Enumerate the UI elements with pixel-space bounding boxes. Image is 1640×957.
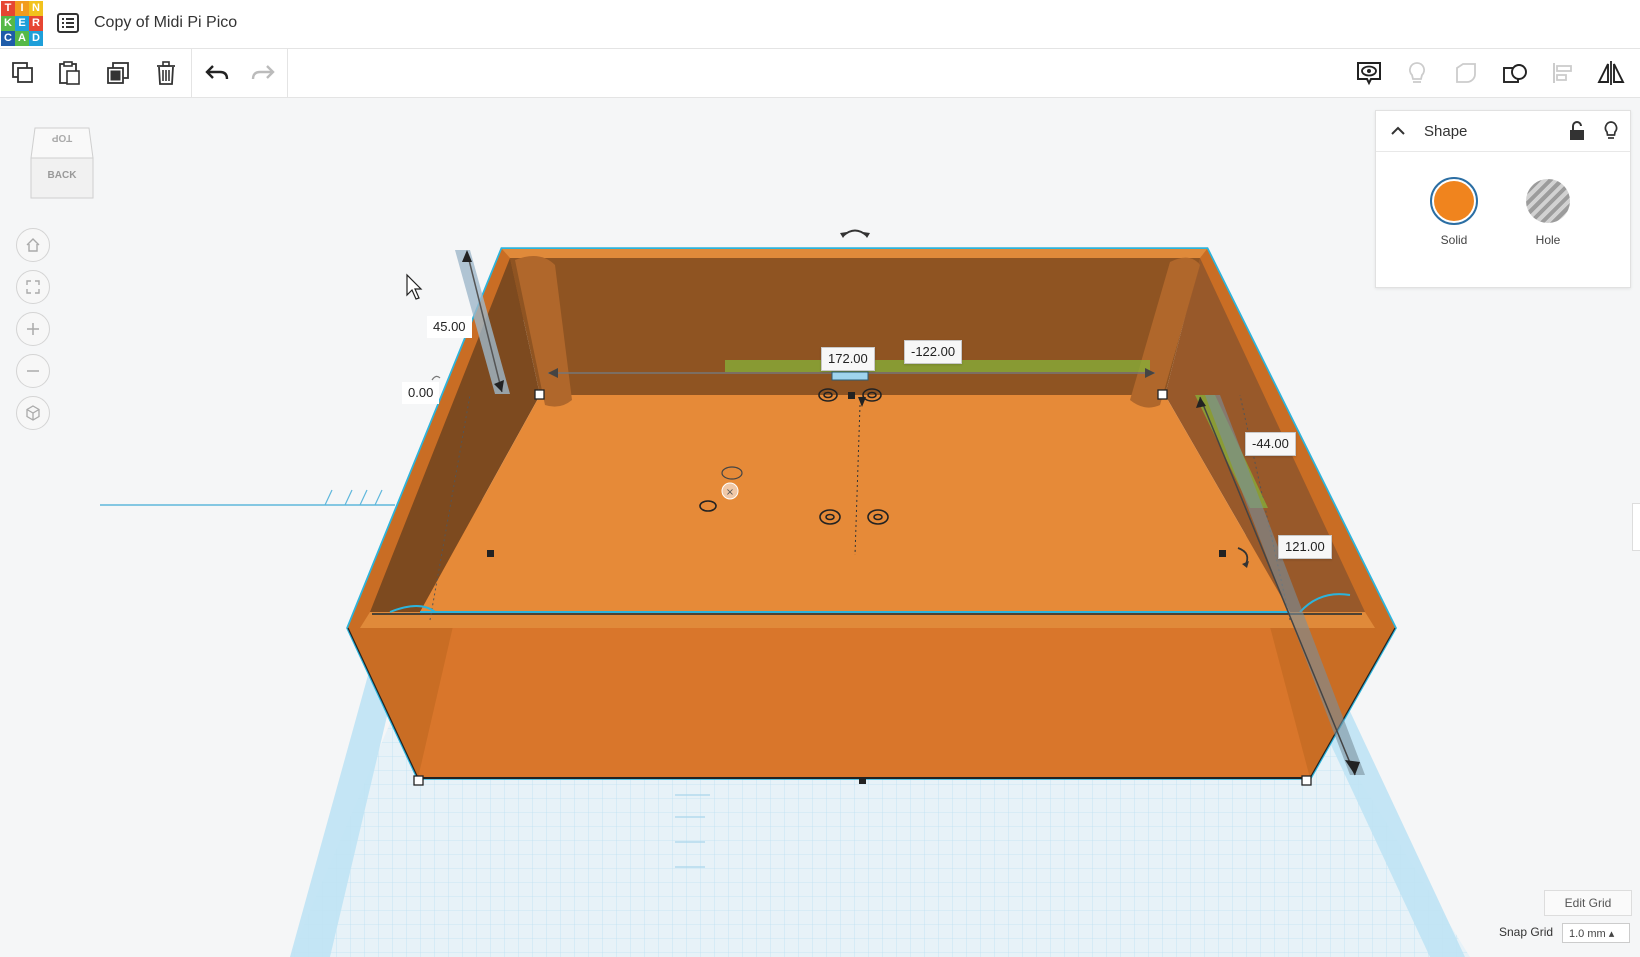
perspective-icon[interactable] bbox=[16, 396, 50, 430]
light-bulb-icon[interactable] bbox=[1400, 57, 1434, 89]
toolbar-divider bbox=[191, 49, 192, 97]
logo-letter: E bbox=[15, 16, 29, 31]
zoom-in-icon[interactable] bbox=[16, 312, 50, 346]
width-dimension-input[interactable]: 121.00 bbox=[1278, 535, 1332, 559]
mouse-cursor-icon bbox=[406, 273, 423, 300]
solid-color-swatch[interactable] bbox=[1430, 177, 1478, 225]
logo-letter: I bbox=[15, 1, 29, 16]
box-floor[interactable] bbox=[420, 395, 1290, 612]
shape-panel-header[interactable]: Shape bbox=[1376, 111, 1630, 152]
logo-letter: T bbox=[1, 1, 15, 16]
copy-icon[interactable] bbox=[6, 57, 40, 89]
app-header: T I N K E R C A D Copy of Midi Pi Pico bbox=[0, 0, 1640, 49]
logo-letter: D bbox=[29, 31, 43, 46]
toolbar-divider bbox=[287, 49, 288, 97]
redo-icon[interactable] bbox=[246, 57, 280, 89]
lock-icon[interactable] bbox=[1568, 121, 1586, 146]
logo-letter: R bbox=[29, 16, 43, 31]
length-dimension-input[interactable]: 172.00 bbox=[821, 347, 875, 371]
hole-label: Hole bbox=[1535, 233, 1561, 247]
mirror-icon[interactable] bbox=[1594, 57, 1628, 89]
paste-icon[interactable] bbox=[52, 57, 86, 89]
snap-grid-select[interactable]: 1.0 mm ▴ bbox=[1562, 923, 1630, 943]
group-icon[interactable] bbox=[1449, 57, 1483, 89]
light-bulb-icon[interactable] bbox=[1602, 120, 1620, 147]
align-icon[interactable] bbox=[1546, 57, 1580, 89]
side-panel-toggle[interactable] bbox=[1632, 503, 1640, 551]
svg-text:×: × bbox=[726, 487, 734, 498]
undo-icon[interactable] bbox=[200, 57, 234, 89]
tinkercad-logo[interactable]: T I N K E R C A D bbox=[0, 0, 44, 48]
trash-icon[interactable] bbox=[149, 57, 183, 89]
fit-view-icon[interactable] bbox=[16, 270, 50, 304]
rotate-handle-icon[interactable] bbox=[431, 375, 441, 381]
collapse-chevron-icon[interactable] bbox=[1390, 123, 1406, 144]
zoom-out-icon[interactable] bbox=[16, 354, 50, 388]
shape-panel-title: Shape bbox=[1424, 123, 1468, 140]
logo-letter: C bbox=[1, 31, 15, 46]
project-title[interactable]: Copy of Midi Pi Pico bbox=[94, 14, 237, 32]
height-dimension-input[interactable]: 45.00 bbox=[427, 316, 472, 338]
ungroup-icon[interactable] bbox=[1498, 57, 1532, 89]
view-cube-back-label: BACK bbox=[47, 170, 77, 181]
design-list-icon[interactable] bbox=[57, 13, 79, 38]
hole-swatch[interactable] bbox=[1526, 179, 1570, 223]
home-view-icon[interactable] bbox=[16, 228, 50, 262]
logo-letter: A bbox=[15, 31, 29, 46]
solid-label: Solid bbox=[1440, 233, 1468, 247]
view-cube[interactable]: TOP BACK bbox=[29, 124, 95, 202]
logo-letter: N bbox=[29, 1, 43, 16]
snap-grid-label: Snap Grid bbox=[1499, 925, 1554, 939]
rotate-handle-icon[interactable] bbox=[840, 229, 870, 239]
y-offset-dimension-input[interactable]: -44.00 bbox=[1245, 432, 1296, 456]
x-offset-dimension-input[interactable]: -122.00 bbox=[904, 340, 963, 364]
elevation-dimension-input[interactable]: 0.00 bbox=[402, 382, 440, 404]
edit-grid-button[interactable]: Edit Grid bbox=[1544, 890, 1632, 916]
view-cube-top-label: TOP bbox=[51, 132, 73, 143]
shape-inspector-panel: Shape Solid Hole bbox=[1375, 110, 1631, 288]
duplicate-icon[interactable] bbox=[101, 57, 135, 89]
toolbar bbox=[0, 49, 1640, 98]
logo-letter: K bbox=[1, 16, 15, 31]
box-front-wall[interactable] bbox=[348, 628, 1395, 778]
note-icon[interactable] bbox=[1352, 57, 1386, 89]
